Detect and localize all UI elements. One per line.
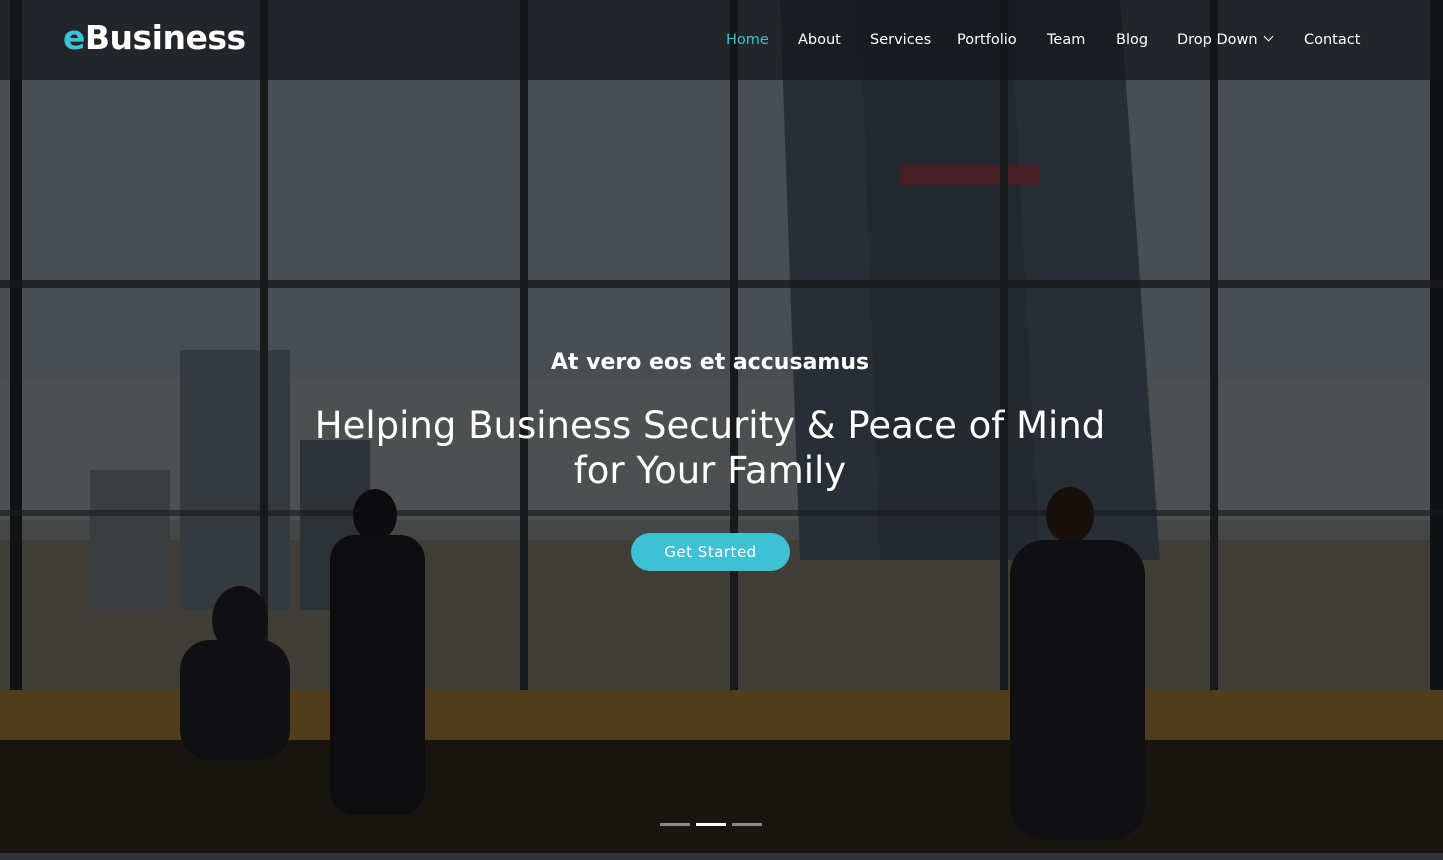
main-nav: Home About Services Portfolio Team Blog … xyxy=(0,29,1443,53)
page-bottom-edge xyxy=(0,853,1443,860)
nav-item-team[interactable]: Team xyxy=(1047,29,1085,51)
top-navbar: eBusiness Home About Services Portfolio … xyxy=(0,0,1443,80)
nav-item-about[interactable]: About xyxy=(798,29,841,51)
hero-headline: Helping Business Security & Peace of Min… xyxy=(314,404,1106,492)
nav-item-drop-down[interactable]: Drop Down xyxy=(1177,29,1274,51)
chevron-down-icon xyxy=(1263,31,1274,42)
nav-item-services[interactable]: Services xyxy=(870,29,931,51)
get-started-button[interactable]: Get Started xyxy=(631,533,790,571)
nav-item-blog[interactable]: Blog xyxy=(1116,29,1148,51)
carousel-indicator-2[interactable] xyxy=(696,823,726,826)
carousel-indicator-1[interactable] xyxy=(660,823,690,826)
hero-subtitle: At vero eos et accusamus xyxy=(550,350,870,375)
nav-item-contact[interactable]: Contact xyxy=(1304,29,1360,51)
hero-section: At vero eos et accusamus Helping Busines… xyxy=(0,0,1443,853)
nav-item-portfolio[interactable]: Portfolio xyxy=(957,29,1017,51)
nav-item-home[interactable]: Home xyxy=(726,29,769,51)
carousel-indicators xyxy=(660,823,770,829)
carousel-indicator-3[interactable] xyxy=(732,823,762,826)
nav-item-drop-down-label: Drop Down xyxy=(1177,32,1258,48)
